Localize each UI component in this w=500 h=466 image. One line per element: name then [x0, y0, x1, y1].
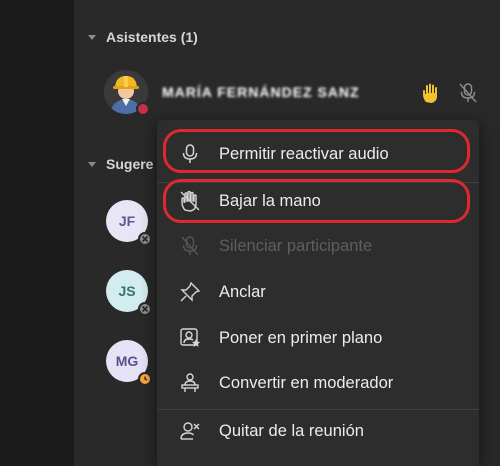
attendees-title: Asistentes (1)	[106, 29, 198, 45]
close-icon	[138, 302, 152, 316]
avatar-initials: JS	[118, 283, 136, 299]
attendees-section-header[interactable]: Asistentes (1)	[88, 29, 198, 45]
menu-item-pin[interactable]: Anclar	[157, 269, 479, 315]
avatar[interactable]: MG	[106, 340, 152, 386]
remove-person-icon	[179, 420, 201, 442]
highlight-outline	[163, 179, 470, 223]
menu-item-label: Silenciar participante	[219, 236, 373, 255]
avatar-initials: JF	[118, 213, 136, 229]
avatar[interactable]: JS	[106, 270, 152, 316]
mic-off-icon[interactable]	[458, 82, 478, 109]
suggestions-title: Sugere	[106, 156, 154, 172]
avatar-initials: MG	[115, 353, 139, 369]
menu-item-label: Poner en primer plano	[219, 328, 383, 347]
pin-icon	[179, 281, 201, 303]
chevron-down-icon	[88, 34, 96, 40]
highlight-outline	[163, 129, 470, 173]
spotlight-icon	[179, 327, 201, 349]
menu-item-label: Anclar	[219, 282, 266, 301]
menu-item-make-presenter[interactable]: Convertir en moderador	[157, 360, 479, 406]
presenter-icon	[179, 372, 201, 394]
menu-item-mute-participant: Silenciar participante	[157, 223, 479, 269]
mic-off-icon	[179, 235, 201, 257]
menu-item-remove-from-meeting[interactable]: Quitar de la reunión	[157, 408, 479, 454]
attendee-row[interactable]: MARÍA FERNÁNDEZ SANZ	[104, 70, 500, 116]
raised-hand-icon	[420, 82, 442, 109]
status-badge	[136, 102, 150, 116]
attendee-name: MARÍA FERNÁNDEZ SANZ	[162, 84, 360, 100]
app-rail	[0, 0, 74, 466]
menu-item-label: Convertir en moderador	[219, 373, 394, 392]
clock-icon	[138, 372, 152, 386]
chevron-down-icon	[88, 161, 96, 167]
menu-item-label: Quitar de la reunión	[219, 421, 364, 440]
menu-item-spotlight[interactable]: Poner en primer plano	[157, 315, 479, 361]
suggestions-section-header[interactable]: Sugere	[88, 156, 153, 172]
avatar[interactable]: JF	[106, 200, 152, 246]
close-icon	[138, 232, 152, 246]
